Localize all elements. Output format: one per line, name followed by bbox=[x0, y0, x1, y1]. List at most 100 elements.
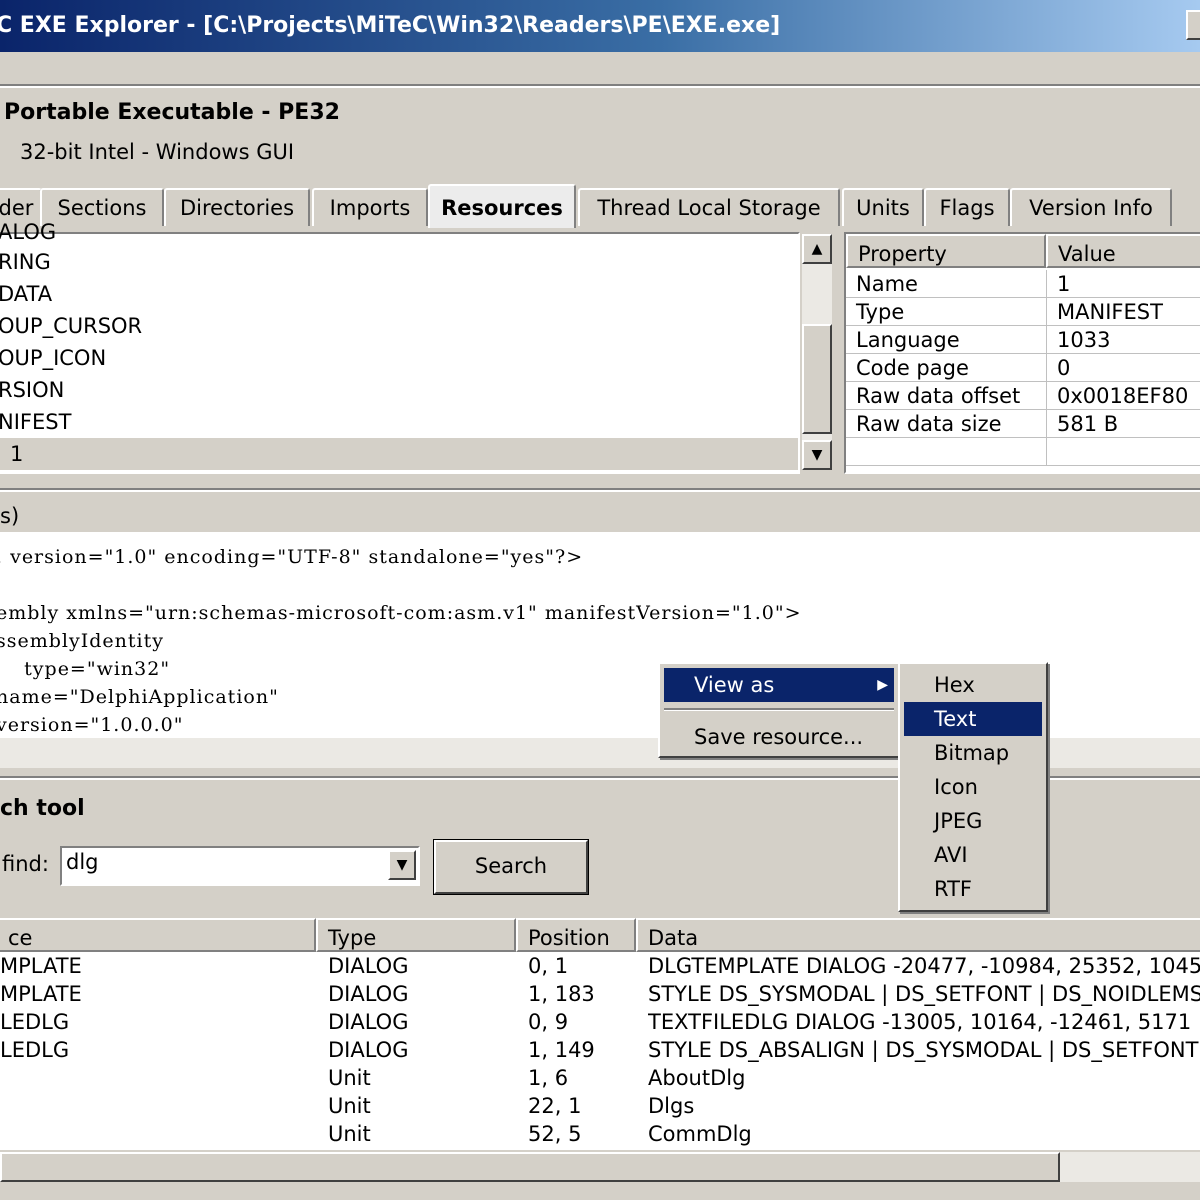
menu-item-view-as[interactable]: View as ▶ bbox=[664, 668, 894, 702]
result-position[interactable]: 22, 1 bbox=[528, 1092, 628, 1120]
property-value: MANIFEST bbox=[1046, 298, 1200, 326]
results-hscrollbar[interactable] bbox=[0, 1152, 1200, 1182]
dropdown-button[interactable]: ▼ bbox=[388, 850, 416, 880]
result-type[interactable]: DIALOG bbox=[328, 1008, 508, 1036]
submenu-arrow-icon: ▶ bbox=[877, 677, 888, 693]
tab-resources[interactable]: Resources bbox=[428, 184, 576, 228]
column-header-property[interactable]: Property bbox=[846, 234, 1046, 268]
menu-item-icon[interactable]: Icon bbox=[904, 770, 1042, 804]
tree-item[interactable]: DATA bbox=[0, 282, 52, 306]
tab-flags[interactable]: Flags bbox=[924, 188, 1010, 226]
column-header-value[interactable]: Value bbox=[1046, 234, 1200, 268]
splitter[interactable] bbox=[0, 488, 1200, 492]
property-name: Type bbox=[846, 298, 1046, 326]
result-position[interactable]: 0, 1 bbox=[528, 952, 628, 980]
search-button[interactable]: Search bbox=[434, 840, 588, 894]
result-data[interactable]: CommDlg bbox=[648, 1120, 1200, 1148]
result-source[interactable]: MPLATE bbox=[0, 980, 310, 1008]
column-header-source[interactable]: ce bbox=[0, 918, 316, 952]
result-data[interactable]: Dlgs bbox=[648, 1092, 1200, 1120]
result-position[interactable]: 1, 183 bbox=[528, 980, 628, 1008]
divider bbox=[0, 84, 1200, 88]
code-line: version="1.0.0.0" bbox=[0, 714, 184, 736]
menu-item-save-resource[interactable]: Save resource... bbox=[664, 720, 894, 754]
result-data[interactable]: AboutDlg bbox=[648, 1064, 1200, 1092]
result-position[interactable]: 1, 149 bbox=[528, 1036, 628, 1064]
view-as-submenu: Hex Text Bitmap Icon JPEG AVI RTF bbox=[898, 662, 1048, 912]
title-bar: C EXE Explorer - [C:\Projects\MiTeC\Win3… bbox=[0, 0, 1200, 52]
tab-imports[interactable]: Imports bbox=[312, 188, 428, 226]
menu-item-text[interactable]: Text bbox=[904, 702, 1042, 736]
search-input[interactable]: dlg bbox=[66, 850, 99, 874]
tree-item-selected[interactable]: 1 bbox=[0, 438, 798, 470]
scroll-thumb[interactable] bbox=[802, 324, 832, 434]
result-source[interactable] bbox=[0, 1092, 310, 1120]
window-control-button[interactable] bbox=[1186, 10, 1200, 40]
property-value: 581 B bbox=[1046, 410, 1200, 438]
property-name: Language bbox=[846, 326, 1046, 354]
result-position[interactable]: 1, 6 bbox=[528, 1064, 628, 1092]
scroll-down-button[interactable]: ▼ bbox=[802, 440, 832, 470]
result-source[interactable]: LEDLG bbox=[0, 1008, 310, 1036]
result-data[interactable]: STYLE DS_ABSALIGN | DS_SYSMODAL | DS_SET… bbox=[648, 1036, 1200, 1064]
scroll-up-button[interactable]: ▲ bbox=[802, 234, 832, 264]
result-data[interactable]: STYLE DS_SYSMODAL | DS_SETFONT | DS_NOID… bbox=[648, 980, 1200, 1008]
result-type[interactable]: DIALOG bbox=[328, 980, 508, 1008]
column-header-type[interactable]: Type bbox=[316, 918, 516, 952]
search-combobox[interactable]: dlg ▼ bbox=[60, 846, 420, 886]
search-tool-title: ch tool bbox=[0, 796, 85, 821]
tab-version-info[interactable]: Version Info bbox=[1010, 188, 1172, 226]
code-line: ssemblyIdentity bbox=[0, 630, 164, 652]
code-line: embly xmlns="urn:schemas-microsoft-com:a… bbox=[0, 602, 802, 624]
code-line: type="win32" bbox=[0, 658, 171, 680]
scroll-thumb[interactable] bbox=[0, 1152, 1060, 1182]
result-source[interactable] bbox=[0, 1064, 310, 1092]
result-type[interactable]: Unit bbox=[328, 1120, 508, 1148]
tree-item[interactable]: RSION bbox=[0, 378, 64, 402]
tab-directories[interactable]: Directories bbox=[164, 188, 310, 226]
menu-separator bbox=[664, 708, 894, 711]
code-line: name="DelphiApplication" bbox=[0, 686, 279, 708]
result-position[interactable]: 52, 5 bbox=[528, 1120, 628, 1148]
result-type[interactable]: Unit bbox=[328, 1064, 508, 1092]
result-data[interactable]: DLGTEMPLATE DIALOG -20477, -10984, 25352… bbox=[648, 952, 1200, 980]
code-line: . version="1.0" encoding="UTF-8" standal… bbox=[0, 546, 584, 568]
tree-item[interactable]: ALOG bbox=[0, 220, 56, 244]
result-data[interactable]: TEXTFILEDLG DIALOG -13005, 10164, -12461… bbox=[648, 1008, 1200, 1036]
result-type[interactable]: DIALOG bbox=[328, 952, 508, 980]
tab-sections[interactable]: Sections bbox=[40, 188, 164, 226]
result-source[interactable]: MPLATE bbox=[0, 952, 310, 980]
search-results-list[interactable]: ce Type Position Data MPLATE DIALOG 0, 1… bbox=[0, 918, 1200, 1150]
chevron-down-icon: ▼ bbox=[396, 857, 408, 873]
tree-item[interactable]: NIFEST bbox=[0, 410, 71, 434]
result-type[interactable]: Unit bbox=[328, 1092, 508, 1120]
file-format-subtitle: 32-bit Intel - Windows GUI bbox=[20, 140, 295, 164]
column-header-position[interactable]: Position bbox=[516, 918, 636, 952]
tree-item[interactable]: RING bbox=[0, 250, 51, 274]
content-panel-title: s) bbox=[0, 504, 20, 528]
menu-item-bitmap[interactable]: Bitmap bbox=[904, 736, 1042, 770]
menu-item-avi[interactable]: AVI bbox=[904, 838, 1042, 872]
column-header-data[interactable]: Data bbox=[636, 918, 1200, 952]
result-source[interactable] bbox=[0, 1120, 310, 1148]
menu-item-jpeg[interactable]: JPEG bbox=[904, 804, 1042, 838]
tab-thread-local-storage[interactable]: Thread Local Storage bbox=[578, 188, 840, 226]
tree-item[interactable]: OUP_ICON bbox=[0, 346, 106, 370]
resource-tree[interactable]: ALOG RING DATA OUP_CURSOR OUP_ICON RSION… bbox=[0, 220, 800, 474]
result-type[interactable]: DIALOG bbox=[328, 1036, 508, 1064]
file-format-title: Portable Executable - PE32 bbox=[4, 100, 340, 125]
property-name: Raw data offset bbox=[846, 382, 1046, 410]
arrow-down-icon: ▼ bbox=[811, 447, 823, 463]
tab-units[interactable]: Units bbox=[842, 188, 924, 226]
menu-item-rtf[interactable]: RTF bbox=[904, 872, 1042, 906]
result-source[interactable]: LEDLG bbox=[0, 1036, 310, 1064]
menu-item-hex[interactable]: Hex bbox=[904, 668, 1042, 702]
tree-item-label: 1 bbox=[10, 442, 24, 466]
menu-item-label: View as bbox=[694, 673, 775, 697]
property-name: Raw data size bbox=[846, 410, 1046, 438]
result-position[interactable]: 0, 9 bbox=[528, 1008, 628, 1036]
tree-item[interactable]: OUP_CURSOR bbox=[0, 314, 142, 338]
property-value: 0x0018EF80 bbox=[1046, 382, 1200, 410]
property-name: Code page bbox=[846, 354, 1046, 382]
tree-scrollbar[interactable]: ▲ ▼ bbox=[802, 234, 832, 470]
